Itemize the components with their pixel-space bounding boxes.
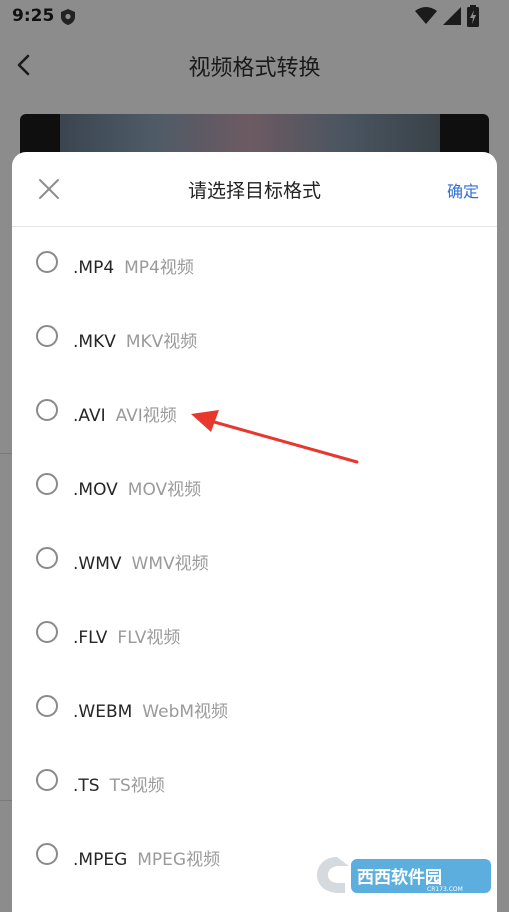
format-extension: .TS — [73, 776, 100, 796]
format-list: .MP4 MP4视频 .MKV MKV视频 .AVI AVI视频 .MOV MOV视频 … — [12, 227, 497, 893]
radio-button[interactable] — [36, 769, 58, 791]
page-title: 视频格式转换 — [188, 56, 321, 81]
wifi-icon — [415, 7, 437, 24]
radio-button[interactable] — [36, 621, 58, 643]
radio-button[interactable] — [36, 399, 58, 421]
format-description: TS视频 — [109, 776, 165, 796]
format-description: AVI视频 — [115, 406, 177, 426]
sheet-title: 请选择目标格式 — [187, 180, 321, 202]
format-option-label: .MP4 MP4视频 — [73, 253, 194, 278]
background-divider — [0, 800, 12, 801]
radio-button[interactable] — [36, 473, 58, 495]
confirm-button[interactable]: 确定 — [447, 178, 479, 202]
format-description: WebM视频 — [142, 702, 229, 722]
format-option-label: .WMV WMV视频 — [73, 549, 209, 574]
format-option-ts[interactable]: .TS TS视频 — [12, 745, 497, 819]
format-option-mpeg[interactable]: .MPEG MPEG视频 — [12, 819, 497, 893]
format-description: MOV视频 — [127, 480, 202, 500]
radio-button[interactable] — [36, 695, 58, 717]
format-picker-sheet: 请选择目标格式 确定 .MP4 MP4视频 .MKV MKV视频 .AVI AVI视频… — [12, 152, 497, 912]
format-option-label: .WEBM WebM视频 — [73, 697, 228, 722]
format-extension: .MP4 — [73, 258, 115, 278]
format-option-flv[interactable]: .FLV FLV视频 — [12, 597, 497, 671]
format-extension: .MPEG — [73, 850, 128, 870]
format-option-mov[interactable]: .MOV MOV视频 — [12, 449, 497, 523]
format-option-wmv[interactable]: .WMV WMV视频 — [12, 523, 497, 597]
background-divider — [0, 453, 12, 454]
radio-button[interactable] — [36, 843, 58, 865]
format-extension: .FLV — [73, 628, 108, 648]
format-description: FLV视频 — [117, 628, 181, 648]
battery-icon — [467, 5, 479, 27]
format-option-label: .MKV MKV视频 — [73, 327, 197, 352]
status-time: 9:25 — [12, 6, 55, 26]
format-extension: .MKV — [73, 332, 116, 352]
shield-icon — [61, 9, 75, 25]
format-option-label: .FLV FLV视频 — [73, 623, 180, 648]
radio-button[interactable] — [36, 325, 58, 347]
format-option-mkv[interactable]: .MKV MKV视频 — [12, 301, 497, 375]
format-option-label: .MPEG MPEG视频 — [73, 845, 220, 870]
radio-button[interactable] — [36, 251, 58, 273]
format-description: MPEG视频 — [137, 850, 221, 870]
format-extension: .MOV — [73, 480, 118, 500]
format-option-label: .MOV MOV视频 — [73, 475, 201, 500]
format-option-label: .TS TS视频 — [73, 771, 165, 796]
signal-icon — [443, 7, 461, 25]
status-icons — [415, 5, 479, 27]
radio-button[interactable] — [36, 547, 58, 569]
format-extension: .WMV — [73, 554, 122, 574]
format-option-avi[interactable]: .AVI AVI视频 — [12, 375, 497, 449]
app-header: 视频格式转换 — [0, 36, 509, 96]
format-extension: .AVI — [73, 406, 106, 426]
format-option-label: .AVI AVI视频 — [73, 401, 177, 426]
status-bar: 9:25 — [0, 0, 509, 36]
format-extension: .WEBM — [73, 702, 133, 722]
format-option-webm[interactable]: .WEBM WebM视频 — [12, 671, 497, 745]
format-description: MP4视频 — [124, 258, 194, 278]
sheet-header: 请选择目标格式 确定 — [12, 152, 497, 227]
format-option-mp4[interactable]: .MP4 MP4视频 — [12, 227, 497, 301]
format-description: MKV视频 — [125, 332, 198, 352]
format-description: WMV视频 — [131, 554, 209, 574]
